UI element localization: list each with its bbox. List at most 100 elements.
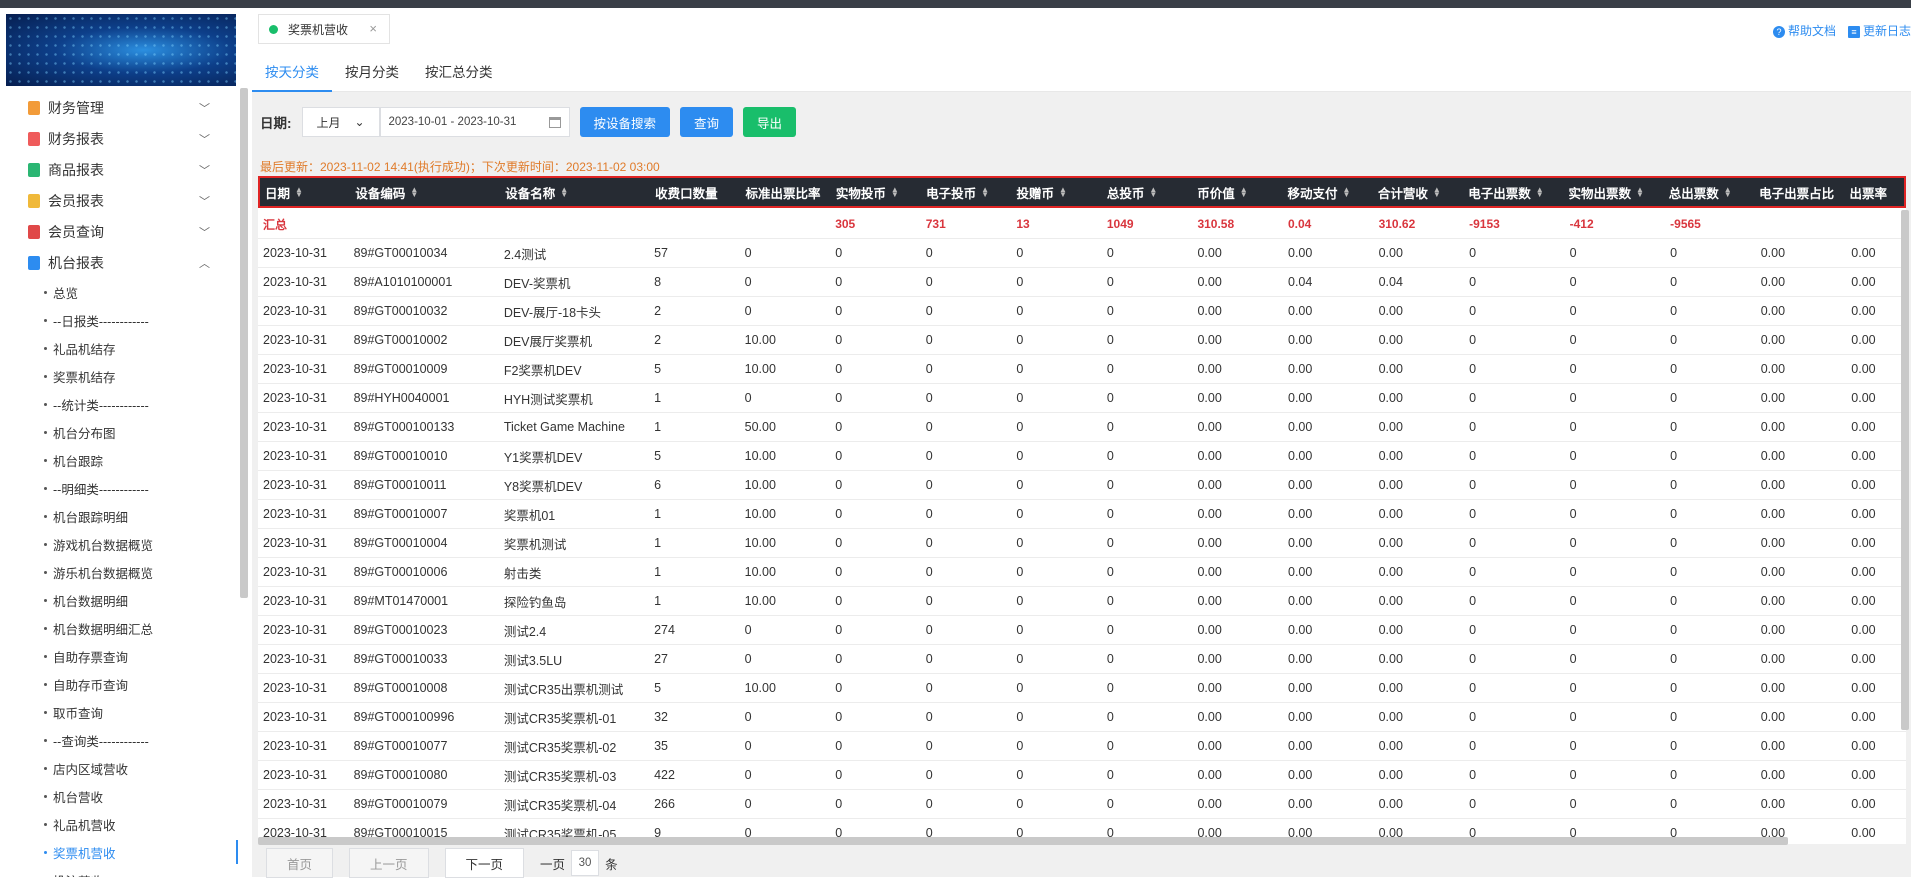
table-cell: 0.00 (1851, 420, 1876, 434)
column-header[interactable]: 电子投币 ▲ ▼ (921, 183, 1011, 202)
table-cell: 89#GT00010011 (353, 478, 447, 492)
column-header[interactable]: 设备名称 ▲ ▼ (500, 183, 650, 202)
table-cell: 89#GT00010008 (353, 681, 448, 695)
sort-icon[interactable]: ▲ ▼ (1536, 186, 1544, 199)
query-button[interactable]: 查询 (680, 107, 734, 137)
sort-icon[interactable]: ▲ ▼ (295, 186, 303, 199)
tab-by-summary[interactable]: 按汇总分类 (412, 54, 506, 92)
sidebar-menu-item[interactable]: 会员报表 ﹀ (0, 185, 238, 216)
next-page-button[interactable]: 下一页 (444, 848, 525, 878)
sidebar-subitem[interactable]: --统计类------------ (0, 390, 238, 418)
table-cell: 0.00 (1378, 246, 1403, 260)
sidebar-subitem[interactable]: --明细类------------ (0, 474, 238, 502)
sidebar-menu-item[interactable]: 商品报表 ﹀ (0, 154, 238, 185)
table-cell: 0 (1106, 304, 1114, 318)
sidebar-menu-item[interactable]: 财务报表 ﹀ (0, 123, 238, 154)
sort-icon[interactable]: ▲ ▼ (410, 186, 418, 199)
table-cell: 2 (654, 304, 662, 318)
sort-icon[interactable]: ▲ ▼ (891, 186, 899, 199)
table-cell: -9565 (1670, 217, 1701, 231)
column-header[interactable]: 合计营收 ▲ ▼ (1373, 183, 1463, 202)
sidebar-menu-item[interactable]: 机台报表 ︿ (0, 247, 238, 278)
sidebar-subitem[interactable]: 总览 (0, 278, 238, 306)
table-cell: 0 (835, 768, 843, 782)
page-tab[interactable]: 奖票机营收 × (258, 14, 390, 44)
sidebar-subitem[interactable]: 自助存币查询 (0, 670, 238, 698)
sidebar-subitem[interactable]: 奖票机营收 (0, 838, 238, 866)
horizontal-scrollbar[interactable] (258, 837, 1788, 845)
column-header[interactable]: 币价值 ▲ ▼ (1192, 183, 1282, 202)
sidebar-menu-item[interactable]: 财务管理 ﹀ (0, 92, 238, 123)
sidebar-menu-item[interactable]: 会员查询 ﹀ (0, 216, 238, 247)
sort-icon[interactable]: ▲ ▼ (1149, 186, 1157, 199)
table-cell: 0 (1469, 246, 1477, 260)
column-header[interactable]: 实物出票数 ▲ ▼ (1563, 183, 1663, 202)
sidebar-subitem[interactable]: 礼品机营收 (0, 810, 238, 838)
table-cell: 89#GT00010080 (353, 768, 448, 782)
sort-icon[interactable]: ▲ ▼ (981, 186, 989, 199)
sidebar-subitem[interactable]: 机台分布图 (0, 418, 238, 446)
table-cell: 0 (1469, 681, 1477, 695)
tab-by-month[interactable]: 按月分类 (332, 54, 412, 92)
sidebar-menu: 财务管理 ﹀ 财务报表 ﹀ 商品报表 ﹀ 会员报表 ﹀ 会员查询 ﹀ 机台报表 ︿ 总览 --日报类---… (0, 92, 238, 877)
table-cell: 0 (1670, 507, 1678, 521)
sidebar-subitem[interactable]: 奖票机结存 (0, 362, 238, 390)
sidebar-subitem[interactable]: 投注营收 (0, 866, 238, 878)
column-header[interactable]: 实物投币 ▲ ▼ (831, 183, 921, 202)
column-header[interactable]: 总投币 ▲ ▼ (1102, 183, 1192, 202)
sort-icon[interactable]: ▲ ▼ (1240, 186, 1248, 199)
sidebar-subitem[interactable]: 取币查询 (0, 698, 238, 726)
table-cell: 0.00 (1197, 652, 1222, 666)
sort-icon[interactable]: ▲ ▼ (1724, 186, 1732, 199)
column-header[interactable]: 投赠币 ▲ ▼ (1012, 183, 1102, 202)
sidebar-subitem[interactable]: 机台跟踪 (0, 446, 238, 474)
changelog-link[interactable]: ≡ 更新日志 (1847, 22, 1911, 39)
column-header[interactable]: 电子出票数 ▲ ▼ (1463, 183, 1563, 202)
table-cell: 0 (1469, 362, 1477, 376)
column-header[interactable]: 设备编码 ▲ ▼ (350, 183, 500, 202)
period-select[interactable]: 上月 ⌄ (301, 107, 380, 137)
search-by-device-button[interactable]: 按设备搜索 (579, 107, 671, 137)
page-size-input[interactable]: 30 (571, 850, 600, 876)
table-cell: 测试CR35奖票机-01 (503, 711, 617, 726)
help-link[interactable]: ? 帮助文档 (1772, 22, 1836, 39)
sidebar-subitem[interactable]: 机台数据明细 (0, 586, 238, 614)
sidebar-subitem-label: 自助存票查询 (53, 650, 129, 665)
table-cell: 10.00 (744, 565, 776, 579)
sidebar-subitem[interactable]: --日报类------------ (0, 306, 238, 334)
first-page-button[interactable]: 首页 (266, 848, 334, 878)
table-cell: 0 (1569, 594, 1577, 608)
vertical-scrollbar[interactable] (1901, 210, 1909, 730)
sidebar-subitem[interactable]: 机台营收 (0, 782, 238, 810)
table-cell: 测试CR35奖票机-03 (503, 769, 617, 784)
close-icon[interactable]: × (369, 21, 377, 36)
sidebar-subitem[interactable]: 机台数据明细汇总 (0, 614, 238, 642)
sort-icon[interactable]: ▲ ▼ (1433, 186, 1441, 199)
chevron-down-icon: ﹀ (199, 165, 210, 177)
sort-icon[interactable]: ▲ ▼ (560, 186, 568, 199)
table-cell: 0.00 (1288, 536, 1313, 550)
sidebar-scrollbar[interactable] (240, 88, 248, 598)
sidebar-subitem[interactable]: 游乐机台数据概览 (0, 558, 238, 586)
column-header[interactable]: 总出票数 ▲ ▼ (1664, 183, 1754, 202)
sidebar-subitem[interactable]: 游戏机台数据概览 (0, 530, 238, 558)
table-cell: 2023-10-31 (263, 362, 327, 376)
export-button[interactable]: 导出 (743, 107, 797, 137)
sort-icon[interactable]: ▲ ▼ (1343, 186, 1351, 199)
column-header[interactable]: 日期 ▲ ▼ (260, 183, 350, 202)
table-cell: 89#GT00010032 (353, 304, 448, 318)
column-header[interactable]: 移动支付 ▲ ▼ (1283, 183, 1373, 202)
sort-icon[interactable]: ▲ ▼ (1636, 186, 1644, 199)
sidebar-subitem[interactable]: --查询类------------ (0, 726, 238, 754)
tab-by-day[interactable]: 按天分类 (252, 54, 332, 92)
table-cell: 0 (744, 623, 752, 637)
sidebar-subitem[interactable]: 店内区域营收 (0, 754, 238, 782)
date-range-input[interactable]: 2023-10-01 - 2023-10-31 (379, 107, 570, 137)
sidebar-subitem[interactable]: 机台跟踪明细 (0, 502, 238, 530)
prev-page-button[interactable]: 上一页 (349, 848, 429, 878)
sort-icon[interactable]: ▲ ▼ (1059, 186, 1067, 199)
sidebar-subitem-label: 游乐机台数据概览 (53, 566, 154, 581)
sidebar-subitem[interactable]: 礼品机结存 (0, 334, 238, 362)
sidebar-subitem[interactable]: 自助存票查询 (0, 642, 238, 670)
table-cell: 0.00 (1851, 478, 1876, 492)
